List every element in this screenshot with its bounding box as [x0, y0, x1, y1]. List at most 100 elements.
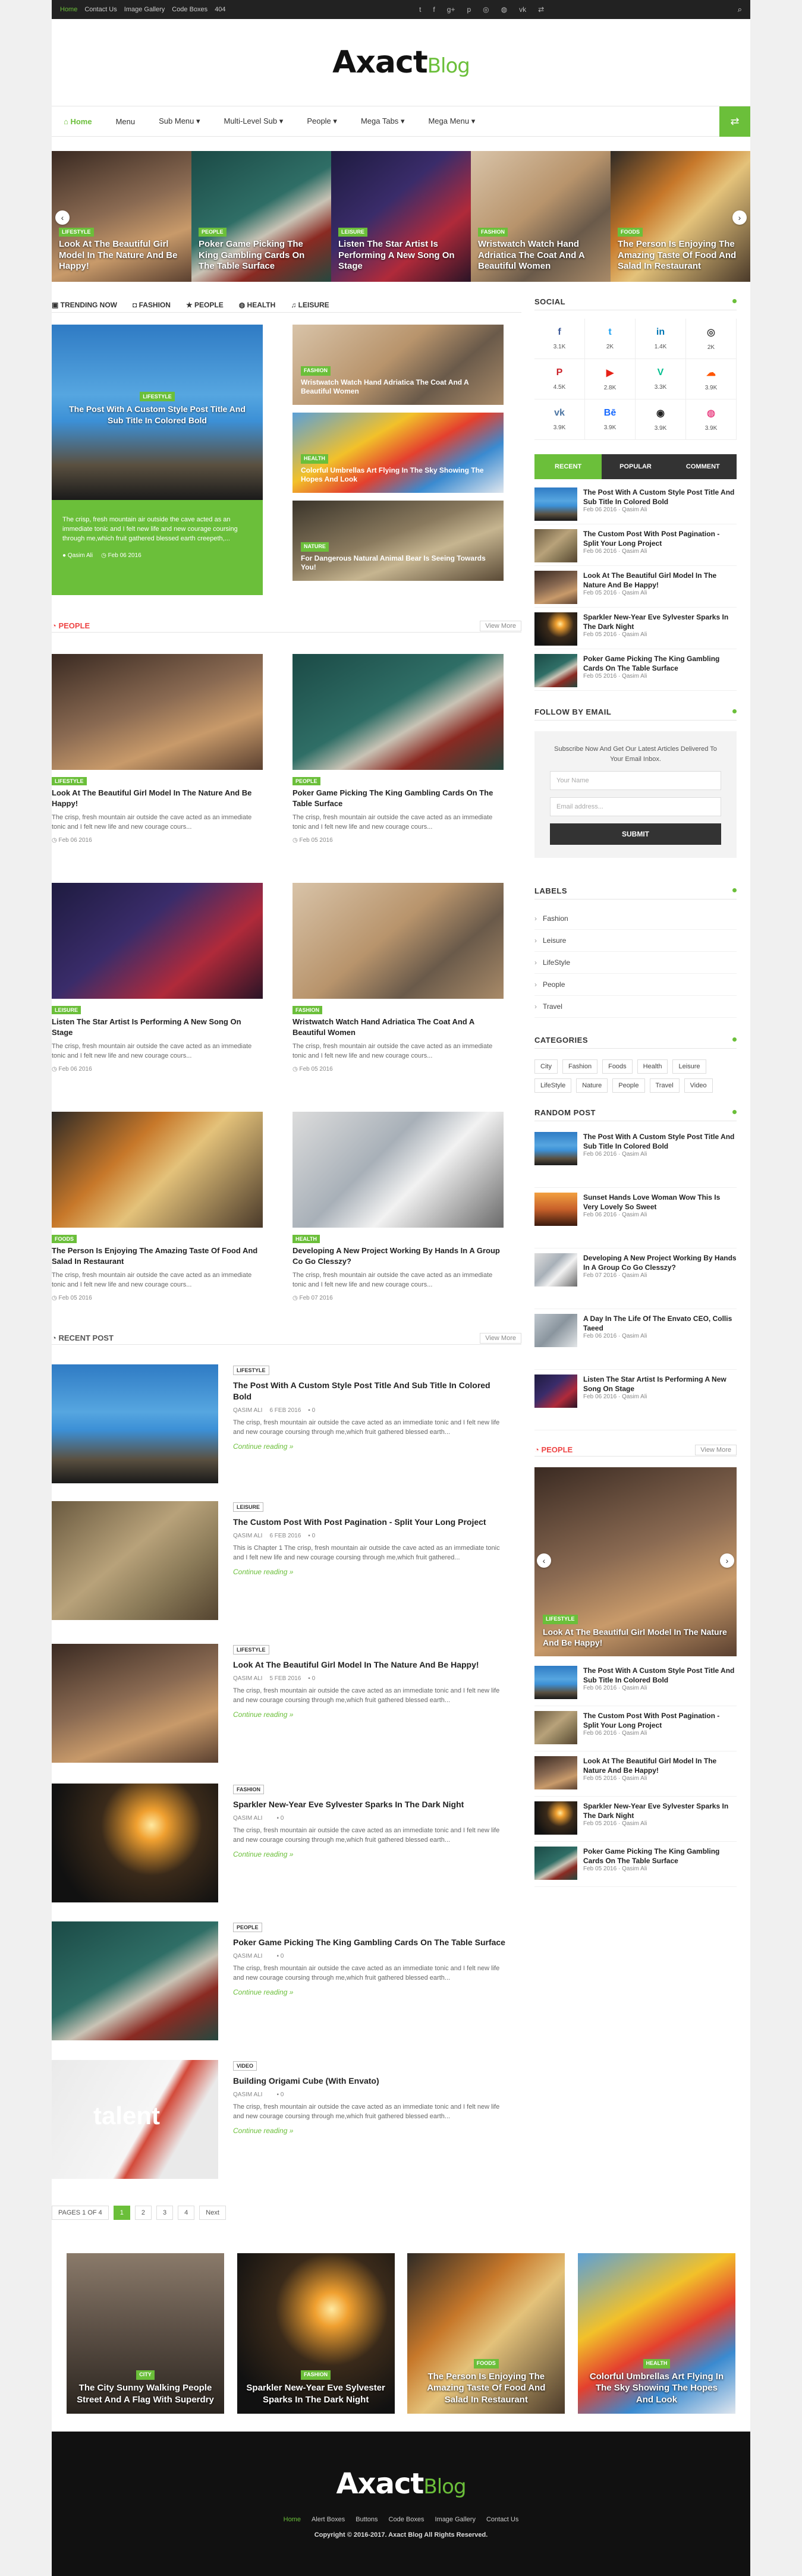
- post-tag[interactable]: LIFESTYLE: [233, 1645, 269, 1655]
- tab-recent[interactable]: RECENT: [534, 454, 602, 479]
- tab-leisure[interactable]: ♫ LEISURE: [291, 301, 329, 309]
- footer-link[interactable]: Image Gallery: [435, 2516, 475, 2523]
- comment-count[interactable]: 0: [312, 1533, 316, 1539]
- author[interactable]: Qasim Ali: [622, 1775, 647, 1782]
- post-title[interactable]: The Person Is Enjoying The Amazing Taste…: [52, 1245, 263, 1266]
- post-tag[interactable]: FASHION: [301, 366, 331, 376]
- post-tag[interactable]: HEALTH: [643, 2358, 671, 2369]
- post-title[interactable]: A Day In The Life Of The Envato CEO, Col…: [583, 1314, 737, 1333]
- author[interactable]: QASIM ALI: [233, 1815, 262, 1822]
- post-image[interactable]: [52, 1501, 218, 1620]
- slider-next-button[interactable]: ›: [720, 1553, 734, 1568]
- slide-tag[interactable]: FASHION: [478, 227, 508, 237]
- social-counter-item[interactable]: P 4.5K: [534, 359, 585, 400]
- slide-title[interactable]: Wristwatch Watch Hand Adriatica The Coat…: [478, 239, 602, 272]
- category-tag[interactable]: Nature: [576, 1078, 608, 1093]
- slide[interactable]: LEISURE Listen The Star Artist Is Perform…: [331, 151, 471, 282]
- social-counter-item[interactable]: ☁ 3.9K: [686, 359, 737, 400]
- top-link-contact[interactable]: Contact Us: [84, 6, 117, 13]
- author[interactable]: Qasim Ali: [622, 1333, 647, 1339]
- post-image[interactable]: [52, 883, 263, 999]
- slide[interactable]: FOODS The Person Is Enjoying The Amazing …: [611, 151, 750, 282]
- author[interactable]: Qasim Ali: [622, 1685, 647, 1691]
- post-title[interactable]: Sparkler New-Year Eve Sylvester Sparks I…: [233, 1799, 507, 1810]
- slide-title[interactable]: Poker Game Picking The King Gambling Car…: [199, 239, 323, 272]
- post-title[interactable]: For Dangerous Natural Animal Bear Is See…: [301, 554, 495, 573]
- slide[interactable]: LIFESTYLE Look At The Beautiful Girl Mode…: [52, 151, 191, 282]
- post-image[interactable]: [52, 1784, 218, 1902]
- footer-link[interactable]: Buttons: [356, 2516, 378, 2523]
- tab-fashion[interactable]: ◘ FASHION: [133, 301, 171, 309]
- post-title[interactable]: The Post With A Custom Style Post Title …: [233, 1380, 507, 1402]
- post-title[interactable]: The Person Is Enjoying The Amazing Taste…: [416, 2371, 556, 2406]
- post-title[interactable]: The Custom Post With Post Pagination - S…: [583, 529, 737, 548]
- post-image[interactable]: [293, 654, 504, 770]
- slide-title[interactable]: The Person Is Enjoying The Amazing Taste…: [618, 239, 742, 272]
- category-tag[interactable]: Foods: [602, 1059, 633, 1074]
- post-tag[interactable]: FOODS: [473, 2358, 499, 2369]
- author[interactable]: Qasim Ali: [622, 1820, 647, 1827]
- slide-title[interactable]: Look At The Beautiful Girl Model In The …: [543, 1627, 728, 1648]
- footer-link[interactable]: Home: [284, 2516, 301, 2523]
- social-counter-item[interactable]: ◎ 2K: [686, 319, 737, 359]
- top-link-code-boxes[interactable]: Code Boxes: [172, 6, 207, 13]
- author[interactable]: Qasim Ali: [622, 1730, 647, 1737]
- view-more-link[interactable]: View More: [480, 1332, 521, 1344]
- post-title[interactable]: Look At The Beautiful Girl Model In The …: [52, 788, 263, 809]
- category-tag[interactable]: People: [612, 1078, 645, 1093]
- nav-home[interactable]: ⌂ Home: [52, 117, 104, 126]
- comment-count[interactable]: 0: [281, 1815, 284, 1822]
- post-title[interactable]: Developing A New Project Working By Hand…: [293, 1245, 504, 1266]
- social-counter-item[interactable]: f 3.1K: [534, 319, 585, 359]
- comment-count[interactable]: 0: [312, 1675, 316, 1682]
- slide-tag[interactable]: LIFESTYLE: [543, 1614, 578, 1624]
- post-title[interactable]: Listen The Star Artist Is Performing A N…: [583, 1375, 737, 1394]
- comment-count[interactable]: 0: [312, 1407, 316, 1414]
- author[interactable]: Qasim Ali: [622, 631, 647, 638]
- author[interactable]: QASIM ALI: [233, 1675, 262, 1682]
- slider-prev-button[interactable]: ‹: [55, 210, 70, 225]
- site-logo[interactable]: AxactBlog: [332, 45, 470, 80]
- post-thumbnail[interactable]: [534, 1314, 577, 1347]
- post-tag[interactable]: PEOPLE: [293, 777, 320, 785]
- label-link[interactable]: Fashion: [534, 908, 737, 930]
- post-thumbnail[interactable]: [534, 1847, 577, 1880]
- post-title[interactable]: Poker Game Picking The King Gambling Car…: [583, 654, 737, 673]
- post-thumbnail[interactable]: [534, 1253, 577, 1287]
- slide-tag[interactable]: PEOPLE: [199, 227, 227, 237]
- post-image[interactable]: [52, 1644, 218, 1763]
- random-post-button[interactable]: ⇄: [719, 106, 750, 137]
- page-link-3[interactable]: 3: [156, 2206, 174, 2220]
- author[interactable]: Qasim Ali: [68, 552, 93, 559]
- bottom-post[interactable]: FOODS The Person Is Enjoying The Amazing …: [407, 2253, 565, 2414]
- post-tag[interactable]: HEALTH: [293, 1235, 320, 1243]
- post-tag[interactable]: LIFESTYLE: [233, 1366, 269, 1375]
- social-counter-item[interactable]: vk 3.9K: [534, 400, 585, 440]
- nav-multi-level[interactable]: Multi-Level Sub ▾: [212, 117, 295, 126]
- label-link[interactable]: Leisure: [534, 930, 737, 952]
- post-tag[interactable]: FASHION: [301, 2370, 331, 2380]
- slide[interactable]: PEOPLE Poker Game Picking The King Gambli…: [191, 151, 331, 282]
- post-title[interactable]: The Custom Post With Post Pagination - S…: [233, 1517, 507, 1528]
- nav-mega-menu[interactable]: Mega Menu ▾: [416, 117, 487, 126]
- author[interactable]: Qasim Ali: [622, 1151, 647, 1158]
- category-tag[interactable]: Fashion: [562, 1059, 598, 1074]
- label-link[interactable]: People: [534, 974, 737, 996]
- submit-button[interactable]: SUBMIT: [550, 823, 721, 845]
- tab-people[interactable]: ★ PEOPLE: [186, 301, 224, 309]
- social-counter-item[interactable]: ◍ 3.9K: [686, 400, 737, 440]
- post-title[interactable]: Sunset Hands Love Woman Wow This Is Very…: [583, 1193, 737, 1212]
- slide-title[interactable]: Look At The Beautiful Girl Model In The …: [59, 239, 183, 272]
- social-counter-item[interactable]: Bē 3.9K: [585, 400, 636, 440]
- label-link[interactable]: LifeStyle: [534, 952, 737, 974]
- view-more-link[interactable]: View More: [695, 1444, 737, 1455]
- post-tag[interactable]: CITY: [136, 2370, 155, 2380]
- post-title[interactable]: Building Origami Cube (With Envato): [233, 2075, 507, 2087]
- label-link[interactable]: Travel: [534, 996, 737, 1018]
- author[interactable]: QASIM ALI: [233, 1533, 262, 1539]
- view-more-link[interactable]: View More: [480, 620, 521, 631]
- slide[interactable]: FASHION Wristwatch Watch Hand Adriatica T…: [471, 151, 611, 282]
- author[interactable]: QASIM ALI: [233, 2091, 262, 2098]
- post-thumbnail[interactable]: [534, 654, 577, 687]
- post-title[interactable]: Colorful Umbrellas Art Flying In The Sky…: [586, 2371, 727, 2406]
